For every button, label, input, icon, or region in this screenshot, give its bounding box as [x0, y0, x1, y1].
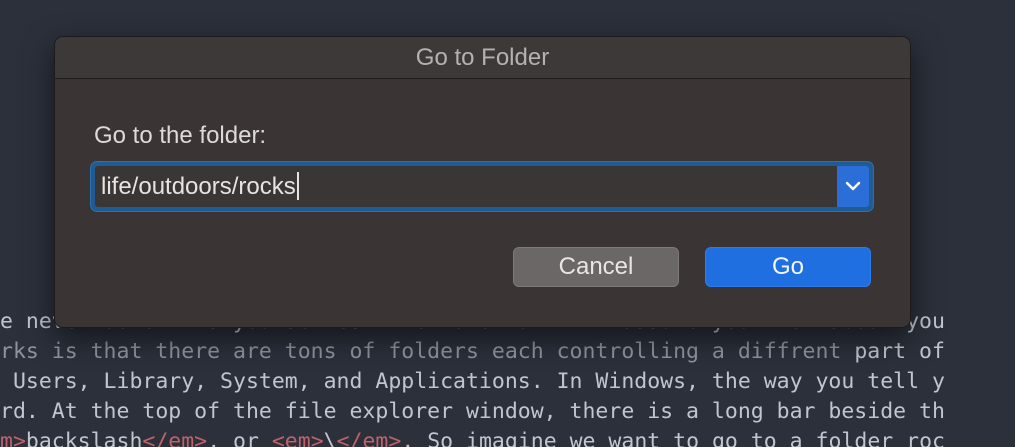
go-to-folder-dialog: Go to Folder Go to the folder: life/outd…	[54, 36, 911, 328]
text-line-5-a: m>	[0, 429, 26, 447]
text-line-5-h: . So imagine we want to go to a folder r…	[401, 429, 945, 447]
text-line-2-b: part of	[841, 339, 945, 364]
folder-path-value[interactable]: life/outdoors/rocks	[101, 173, 296, 200]
text-line-5-d: , or	[207, 429, 272, 447]
text-line-3: Users, Library, System, and Applications…	[0, 369, 945, 394]
text-line-5-c: </em>	[142, 429, 208, 447]
text-line-5: m>backslash</em>, or <em>\</em>. So imag…	[0, 427, 945, 447]
text-line-4: rd. At the top of the file explorer wind…	[0, 399, 945, 424]
chevron-down-icon	[845, 181, 861, 191]
text-line-5-e: <em>	[271, 429, 324, 447]
folder-path-value-container[interactable]: life/outdoors/rocks	[101, 172, 299, 201]
folder-path-input[interactable]: life/outdoors/rocks	[95, 166, 837, 207]
path-history-dropdown-button[interactable]	[837, 166, 869, 207]
text-line-5-b: backslash	[25, 429, 143, 447]
text-line-2: rks is that there are tons of folders ea…	[0, 337, 945, 367]
folder-path-combobox[interactable]: life/outdoors/rocks	[91, 162, 873, 211]
dialog-titlebar: Go to Folder	[55, 37, 910, 79]
cancel-button[interactable]: Cancel	[513, 247, 679, 287]
text-caret	[296, 172, 299, 200]
text-line-5-f: \	[323, 429, 337, 447]
folder-prompt-label: Go to the folder:	[94, 122, 267, 149]
go-button[interactable]: Go	[705, 247, 871, 287]
dialog-title: Go to Folder	[415, 44, 550, 71]
text-line-5-g: </em>	[336, 429, 402, 447]
text-line-2-a: rks is that there are tons of folders ea…	[0, 339, 842, 364]
